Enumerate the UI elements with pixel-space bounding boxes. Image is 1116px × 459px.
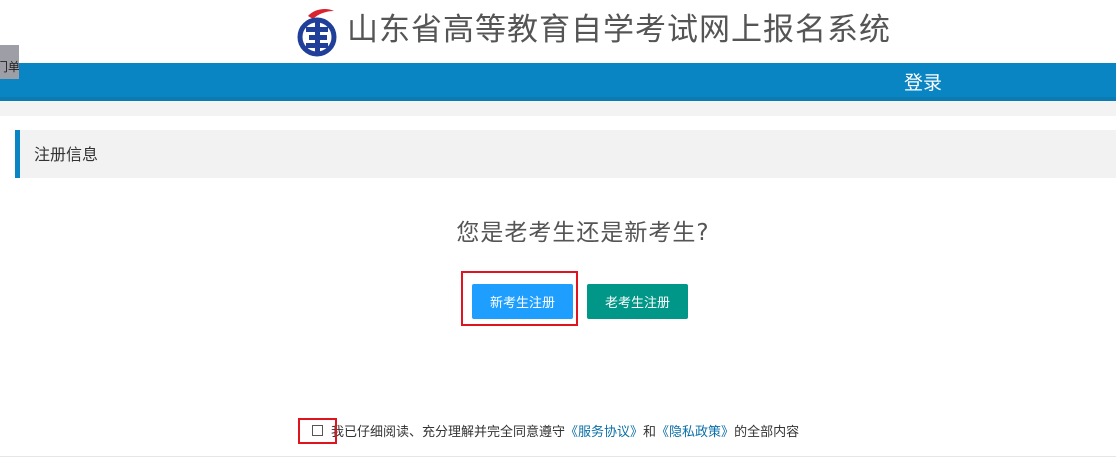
exam-logo-icon <box>297 8 337 57</box>
agreement-checkbox[interactable] <box>312 424 323 436</box>
agreement-text-and: 和 <box>643 424 657 440</box>
agreement-text-suffix: 的全部内容 <box>734 424 800 440</box>
section-header: 注册信息 <box>15 130 1116 178</box>
bottom-divider <box>0 456 1116 457</box>
question-heading: 您是老考生还是新考生? <box>456 220 710 246</box>
agreement-row: 我已仔细阅读、充分理解并完全同意遵守 《服务协议》 和 《隐私政策》 的全部内容 <box>312 420 799 440</box>
service-agreement-link[interactable]: 《服务协议》 <box>565 421 643 440</box>
old-student-register-button[interactable]: 老考生注册 <box>587 284 688 319</box>
new-student-register-button[interactable]: 新考生注册 <box>472 284 573 319</box>
agreement-text-prefix: 我已仔细阅读、充分理解并完全同意遵守 <box>331 424 566 440</box>
header: 山东省高等教育自学考试网上报名系统 <box>0 0 1116 63</box>
section-title: 注册信息 <box>34 145 99 164</box>
login-link[interactable]: 登录 <box>904 63 942 101</box>
navbar <box>0 63 1116 101</box>
privacy-policy-link[interactable]: 《隐私政策》 <box>656 421 734 440</box>
left-side-tab[interactable]: 门单 <box>0 45 19 79</box>
nav-underline-strip <box>0 101 1116 116</box>
site-title: 山东省高等教育自学考试网上报名系统 <box>347 12 891 48</box>
